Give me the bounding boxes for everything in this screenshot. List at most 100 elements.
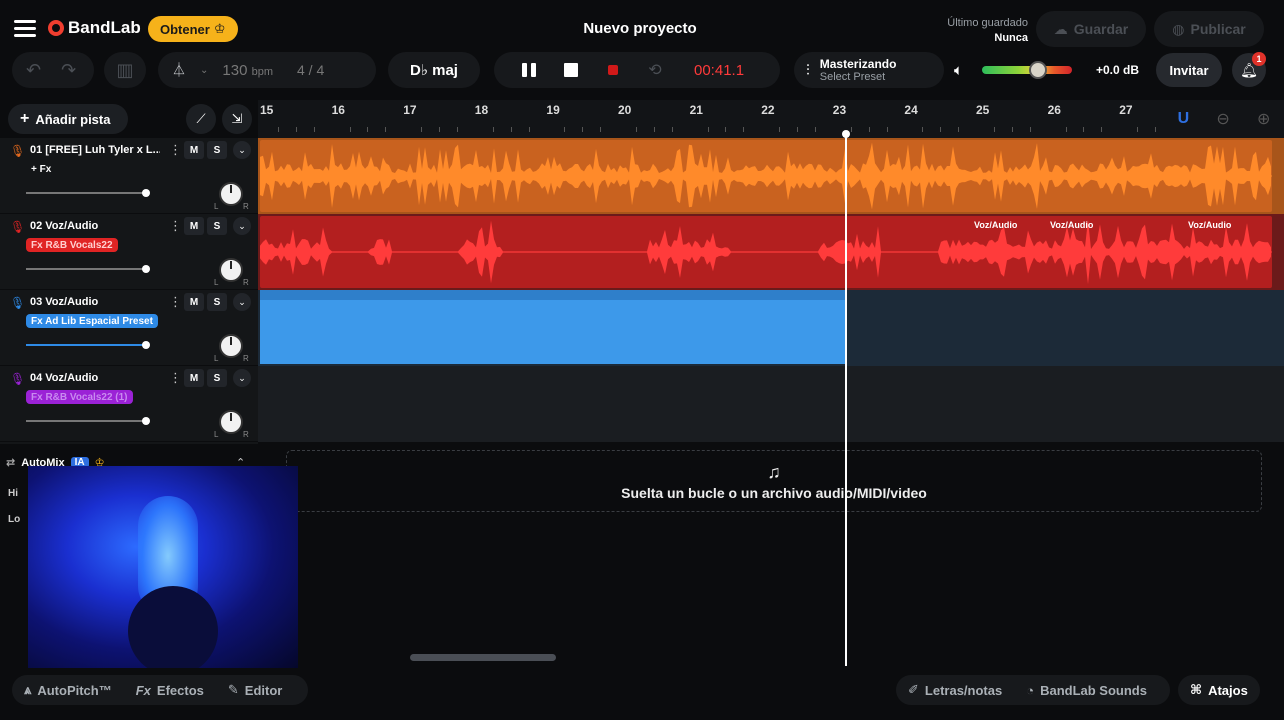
- track-lane-4[interactable]: [258, 366, 1284, 442]
- slider-handle[interactable]: [142, 265, 150, 273]
- track-menu-icon[interactable]: ⋮: [169, 294, 182, 310]
- record-icon: [608, 65, 618, 75]
- timeline-ruler[interactable]: 15 16 17 18 19 20 21 22 23 24 25 26 27: [258, 100, 1284, 138]
- mute-button[interactable]: M: [184, 217, 204, 235]
- effects-label: Efectos: [156, 682, 204, 698]
- master-volume-handle[interactable]: [1028, 61, 1047, 79]
- track-volume-slider[interactable]: [26, 265, 150, 273]
- track-header-4[interactable]: 🎙︎ 04 Voz/Audio ⋮ M S ⌄ Fx R&B Vocals22 …: [0, 366, 258, 442]
- record-button[interactable]: [592, 65, 634, 75]
- bpm-field[interactable]: 130 bpm: [222, 62, 273, 79]
- chevron-down-icon[interactable]: ⌄: [233, 217, 251, 235]
- lyrics-button[interactable]: ✐ Letras/notas: [896, 682, 1014, 698]
- pan-left-label: L: [214, 354, 219, 363]
- bandlab-logo[interactable]: BandLab: [48, 18, 141, 38]
- notification-badge: 1: [1252, 52, 1266, 66]
- fx-chip[interactable]: Fx R&B Vocals22: [26, 238, 118, 252]
- loop-button[interactable]: ⟲: [634, 60, 676, 80]
- instrument-button[interactable]: ▥: [104, 52, 146, 88]
- track-header-2[interactable]: 🎙︎ 02 Voz/Audio ⋮ M S ⌄ Fx R&B Vocals22 …: [0, 214, 258, 290]
- track-name[interactable]: 01 [FREE] Luh Tyler x L...: [30, 144, 160, 156]
- get-membership-button[interactable]: Obtener ♔: [148, 16, 238, 42]
- speaker-icon[interactable]: 🔈︎: [954, 62, 963, 79]
- chevron-down-icon[interactable]: ⌄: [233, 293, 251, 311]
- menu-icon[interactable]: [14, 20, 36, 38]
- track-lane-3[interactable]: [258, 290, 1284, 366]
- solo-button[interactable]: S: [207, 141, 227, 159]
- track-volume-slider[interactable]: [26, 341, 150, 349]
- snap-magnet-icon[interactable]: U: [1178, 110, 1190, 128]
- track-name[interactable]: 04 Voz/Audio: [30, 372, 160, 384]
- undo-icon[interactable]: ↶: [26, 60, 41, 81]
- mute-button[interactable]: M: [184, 141, 204, 159]
- track-name[interactable]: 03 Voz/Audio: [30, 296, 160, 308]
- ruler-bar-number: 19: [546, 103, 560, 117]
- zoom-in-icon[interactable]: ⊕: [1257, 109, 1270, 129]
- automation-icon: ⟋: [196, 111, 206, 126]
- track-volume-slider[interactable]: [26, 189, 150, 197]
- master-volume-slider[interactable]: [982, 66, 1072, 74]
- key-selector[interactable]: D♭ maj: [388, 52, 480, 88]
- track-menu-icon[interactable]: ⋮: [169, 218, 182, 234]
- track-lane-2[interactable]: Voz/Audio Voz/Audio Voz/Audio: [258, 214, 1284, 290]
- solo-button[interactable]: S: [207, 293, 227, 311]
- slider-handle[interactable]: [142, 189, 150, 197]
- chevron-down-icon[interactable]: ⌄: [233, 369, 251, 387]
- pan-knob[interactable]: [219, 258, 243, 282]
- drop-zone[interactable]: ♫ Suelta un bucle o un archivo audio/MID…: [286, 450, 1262, 512]
- shortcuts-button[interactable]: ⌘ Atajos: [1178, 675, 1260, 705]
- ruler-tick: [1137, 127, 1139, 132]
- audio-region[interactable]: [260, 140, 1272, 212]
- playhead[interactable]: [845, 132, 847, 666]
- mute-button[interactable]: M: [184, 369, 204, 387]
- track-menu-icon[interactable]: ⋮: [169, 370, 182, 386]
- publish-button[interactable]: ◍ Publicar: [1154, 11, 1264, 47]
- stop-button[interactable]: [550, 63, 592, 77]
- zoom-out-icon[interactable]: ⊖: [1216, 109, 1229, 129]
- fx-chip[interactable]: Fx R&B Vocals22 (1): [26, 390, 133, 404]
- collapse-tracks-button[interactable]: ⇲: [222, 104, 252, 134]
- track-menu-icon[interactable]: ⋮: [169, 142, 182, 158]
- metronome-chevron-icon[interactable]: ⌄: [200, 65, 208, 76]
- pause-button[interactable]: [508, 63, 550, 77]
- ruler-bar-number: 21: [689, 103, 703, 117]
- mastering-button[interactable]: ⫶ Masterizando Select Preset: [794, 52, 944, 88]
- track-lane-1[interactable]: [258, 138, 1284, 214]
- effects-button[interactable]: Fx Efectos: [124, 683, 216, 698]
- slider-handle[interactable]: [142, 341, 150, 349]
- invite-button[interactable]: Invitar: [1156, 53, 1222, 87]
- audio-region[interactable]: Voz/Audio Voz/Audio Voz/Audio: [260, 216, 1272, 288]
- track-name[interactable]: 02 Voz/Audio: [30, 220, 160, 232]
- metronome-icon[interactable]: ⏃: [172, 60, 186, 80]
- mute-button[interactable]: M: [184, 293, 204, 311]
- save-button[interactable]: ☁ Guardar: [1036, 11, 1146, 47]
- sounds-label: BandLab Sounds: [1040, 682, 1147, 698]
- fx-chip[interactable]: + Fx: [26, 162, 56, 176]
- track-header-1[interactable]: 🎙︎ 01 [FREE] Luh Tyler x L... ⋮ M S ⌄ + …: [0, 138, 258, 214]
- pan-knob[interactable]: [219, 334, 243, 358]
- chevron-down-icon[interactable]: ⌄: [233, 141, 251, 159]
- project-title[interactable]: Nuevo proyecto: [540, 20, 740, 37]
- bottom-left-tools: ⩓ AutoPitch™ Fx Efectos ✎ Editor: [12, 675, 308, 705]
- sounds-button[interactable]: ◔ BandLab Sounds: [1014, 683, 1159, 698]
- pan-knob[interactable]: [219, 182, 243, 206]
- autopitch-button[interactable]: ⩓ AutoPitch™: [12, 682, 124, 698]
- shortcuts-label: Atajos: [1208, 682, 1248, 698]
- time-signature[interactable]: 4 / 4: [297, 62, 324, 78]
- solo-button[interactable]: S: [207, 217, 227, 235]
- editor-button[interactable]: ✎ Editor: [216, 682, 294, 698]
- slider-handle[interactable]: [142, 417, 150, 425]
- ruler-tick: [868, 127, 870, 132]
- fx-chip[interactable]: Fx Ad Lib Espacial Preset: [26, 314, 158, 328]
- redo-icon[interactable]: ↷: [61, 60, 76, 81]
- ruler-tick: [671, 127, 673, 132]
- track-volume-slider[interactable]: [26, 417, 150, 425]
- horizontal-scrollbar[interactable]: [410, 654, 556, 661]
- add-track-button[interactable]: + Añadir pista: [8, 104, 128, 134]
- selected-region[interactable]: [260, 290, 846, 364]
- track-header-3[interactable]: 🎙︎ 03 Voz/Audio ⋮ M S ⌄ Fx Ad Lib Espaci…: [0, 290, 258, 366]
- automation-button[interactable]: ⟋: [186, 104, 216, 134]
- playhead-handle[interactable]: [842, 130, 850, 138]
- pan-knob[interactable]: [219, 410, 243, 434]
- solo-button[interactable]: S: [207, 369, 227, 387]
